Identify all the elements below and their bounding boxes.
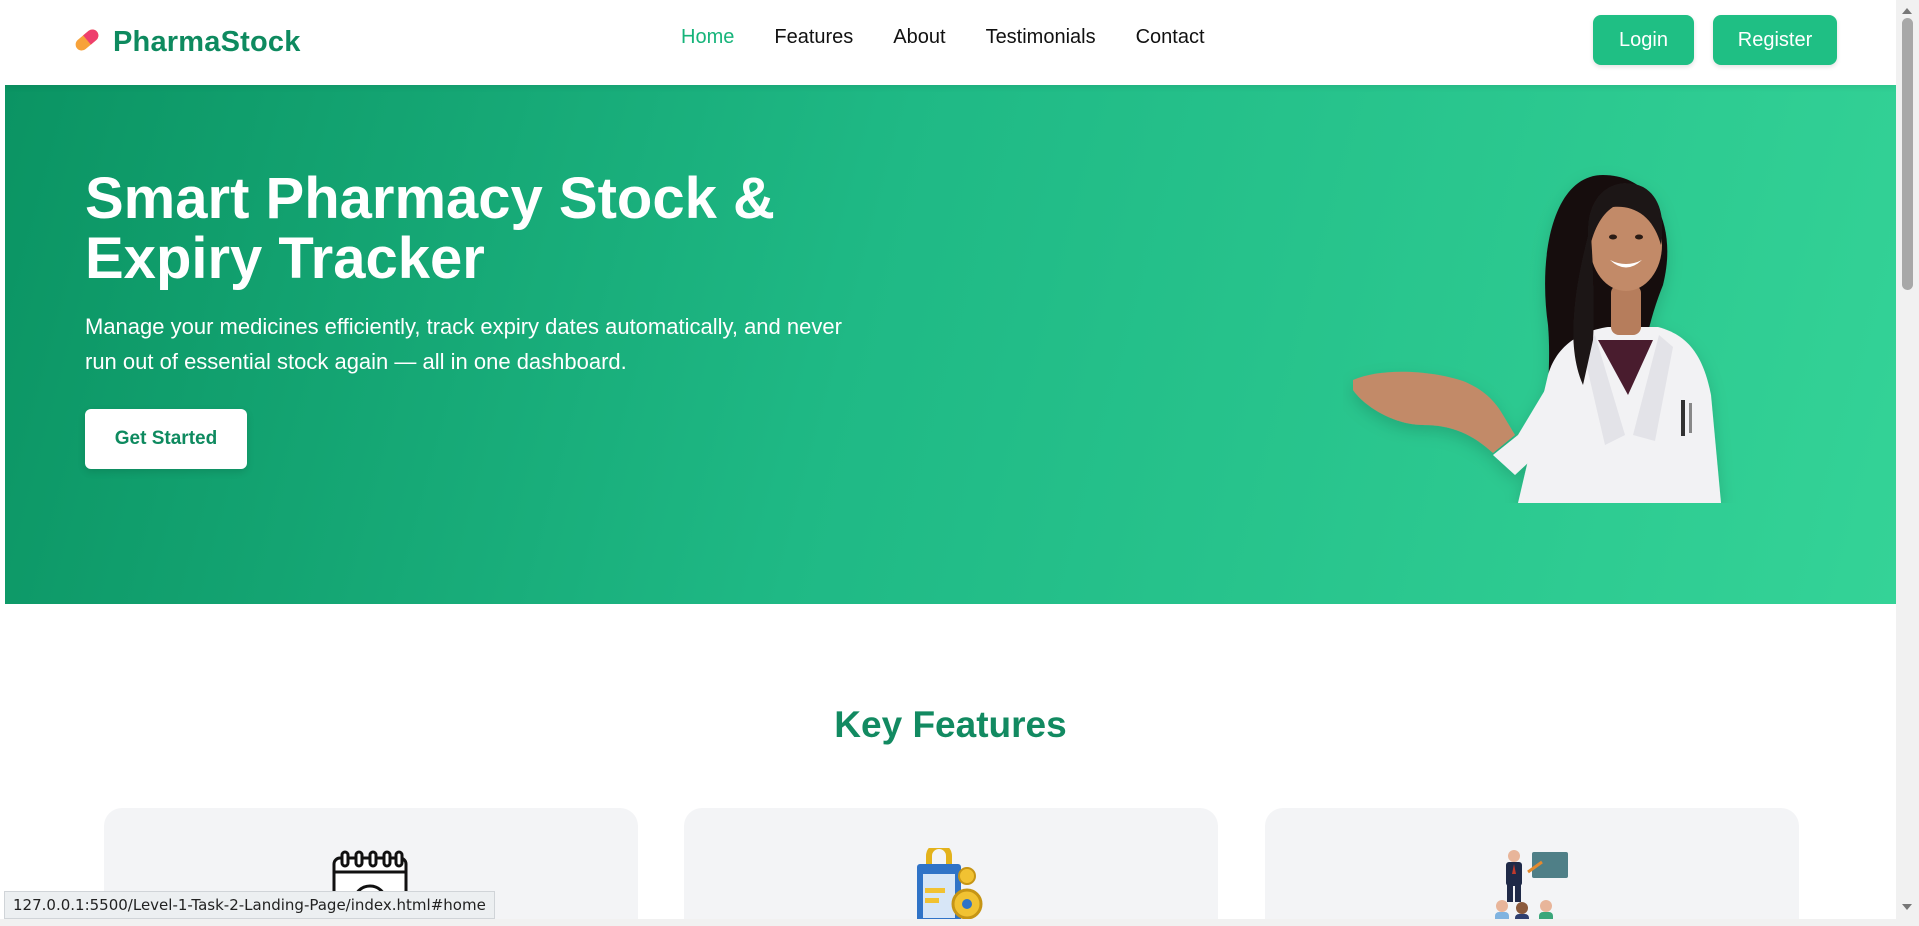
scroll-down-arrow-icon[interactable] [1902, 904, 1912, 910]
pill-icon [71, 24, 103, 61]
main-nav: Home Features About Testimonials Contact [681, 26, 1205, 49]
feature-card[interactable] [684, 808, 1218, 926]
scrollbar-thumb[interactable] [1902, 18, 1913, 290]
window-bottom-edge [0, 919, 1896, 926]
get-started-button[interactable]: Get Started [85, 409, 247, 469]
landing-page: PharmaStock Home Features About Testimon… [5, 0, 1896, 926]
browser-status-url: 127.0.0.1:5500/Level-1-Task-2-Landing-Pa… [4, 891, 495, 919]
hero-subtitle: Manage your medicines efficiently, track… [85, 314, 842, 374]
feature-card[interactable] [1265, 808, 1799, 926]
page-scrollbar[interactable] [1896, 0, 1919, 926]
nav-home[interactable]: Home [681, 26, 734, 49]
scroll-up-arrow-icon[interactable] [1902, 8, 1912, 14]
brand-name: PharmaStock [113, 25, 301, 58]
nav-features[interactable]: Features [774, 26, 853, 49]
hero-section: Smart Pharmacy Stock & Expiry Tracker Ma… [5, 85, 1896, 604]
login-button[interactable]: Login [1593, 15, 1694, 65]
pharmacist-image [1343, 135, 1813, 503]
clipboard-lock-gear-icon [911, 843, 991, 926]
register-button[interactable]: Register [1713, 15, 1837, 65]
nav-about[interactable]: About [893, 26, 945, 49]
features-title: Key Features [834, 704, 1067, 745]
presentation-team-icon [1492, 848, 1572, 926]
site-header: PharmaStock Home Features About Testimon… [5, 0, 1896, 85]
hero-title: Smart Pharmacy Stock & Expiry Tracker [85, 166, 775, 291]
brand-logo[interactable]: PharmaStock [71, 24, 301, 60]
nav-contact[interactable]: Contact [1136, 26, 1205, 49]
nav-testimonials[interactable]: Testimonials [986, 26, 1096, 49]
